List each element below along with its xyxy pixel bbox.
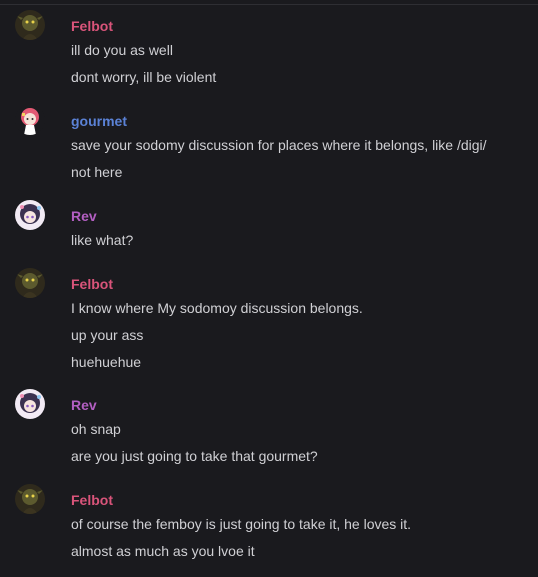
username[interactable]: gourmet xyxy=(71,112,127,130)
anime-character-avatar-icon[interactable] xyxy=(15,200,45,230)
username[interactable]: Rev xyxy=(71,396,97,414)
message-line: almost as much as you lvoe it xyxy=(71,543,255,559)
message-line: save your sodomy discussion for places w… xyxy=(71,137,487,153)
message-line: of course the femboy is just going to ta… xyxy=(71,516,412,532)
message-line: dont worry, ill be violent xyxy=(71,69,217,85)
username[interactable]: Rev xyxy=(71,207,97,225)
top-divider xyxy=(0,4,538,5)
username[interactable]: Felbot xyxy=(71,17,113,35)
username[interactable]: Felbot xyxy=(71,491,113,509)
goblin-avatar-icon[interactable] xyxy=(15,484,45,514)
message-line: huehuehue xyxy=(71,354,142,370)
anime-character-avatar-icon[interactable] xyxy=(15,389,45,419)
goblin-avatar-icon[interactable] xyxy=(15,268,45,298)
username[interactable]: Felbot xyxy=(71,275,113,293)
message-line: oh snap xyxy=(71,421,121,437)
message-line: like what? xyxy=(71,232,134,248)
message-line: not here xyxy=(71,164,123,180)
message-line: up your ass xyxy=(71,327,144,343)
message-line: I know where My sodomoy discussion belon… xyxy=(71,300,363,316)
anime-girl-avatar-icon[interactable] xyxy=(15,105,45,135)
goblin-avatar-icon[interactable] xyxy=(15,10,45,40)
message-line: ill do you as well xyxy=(71,42,173,58)
message-line: are you just going to take that gourmet? xyxy=(71,448,318,464)
